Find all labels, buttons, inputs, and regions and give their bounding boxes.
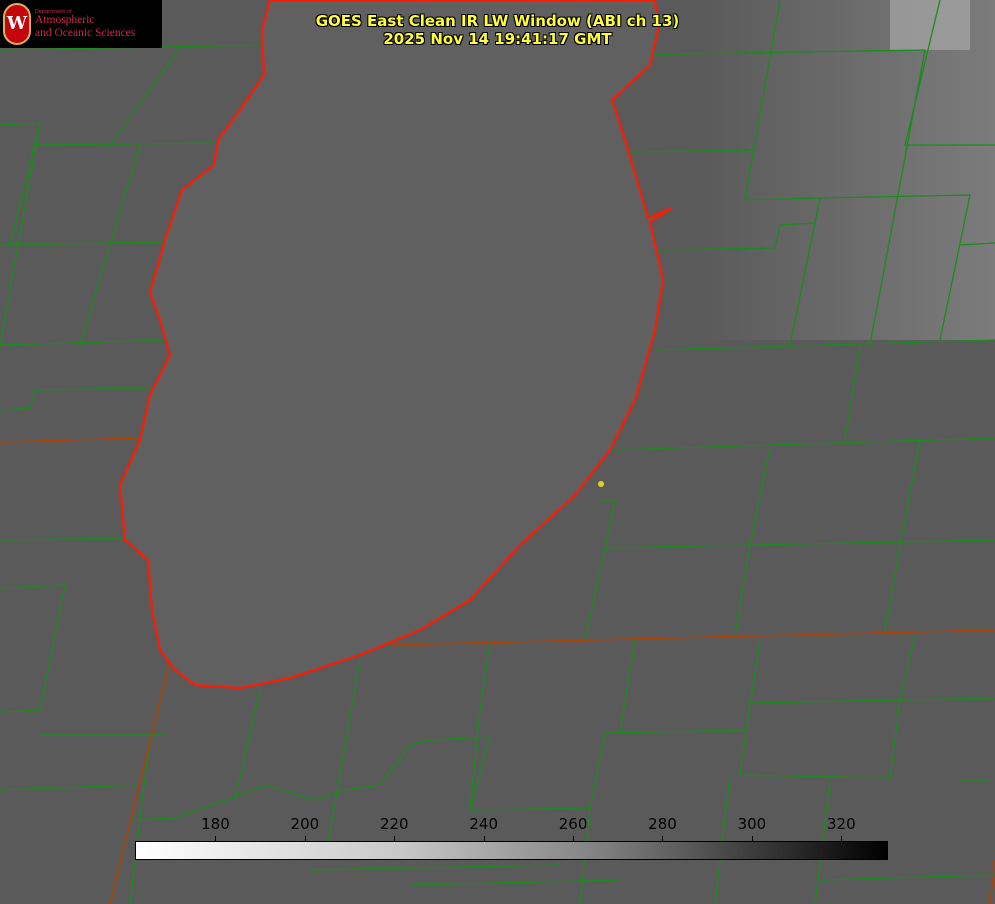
satellite-map <box>0 0 995 904</box>
image-title: GOES East Clean IR LW Window (ABI ch 13)… <box>0 12 995 48</box>
title-timestamp: 2025 Nov 14 19:41:17 GMT <box>383 30 612 48</box>
satellite-image-viewer: W Department of Atmospheric and Oceanic … <box>0 0 995 904</box>
colorbar-tick-label: 300 <box>737 815 767 833</box>
colorbar-tick-label: 240 <box>469 815 498 833</box>
colorbar-tick-mark <box>751 836 753 841</box>
lake-michigan <box>118 0 673 690</box>
title-product: GOES East Clean IR LW Window (ABI ch 13) <box>315 12 680 30</box>
colorbar-tick-label: 180 <box>201 815 230 833</box>
colorbar-tick-label: 260 <box>558 815 588 833</box>
colorbar-tick-label: 200 <box>290 815 320 833</box>
colorbar-tick-mark <box>304 836 306 841</box>
colorbar-tick-mark <box>483 836 485 841</box>
colorbar-tick-mark <box>394 836 396 841</box>
colorbar-tick-mark <box>841 836 843 841</box>
colorbar-tick-label: 220 <box>379 815 409 833</box>
colorbar-tick-label: 280 <box>648 815 677 833</box>
colorbar-tick-mark <box>573 836 575 841</box>
location-marker <box>598 481 604 487</box>
colorbar-tick-label: 320 <box>826 815 856 833</box>
colorbar-tick-mark <box>215 836 217 841</box>
colorbar-tick-mark <box>662 836 664 841</box>
colorbar <box>135 841 888 860</box>
